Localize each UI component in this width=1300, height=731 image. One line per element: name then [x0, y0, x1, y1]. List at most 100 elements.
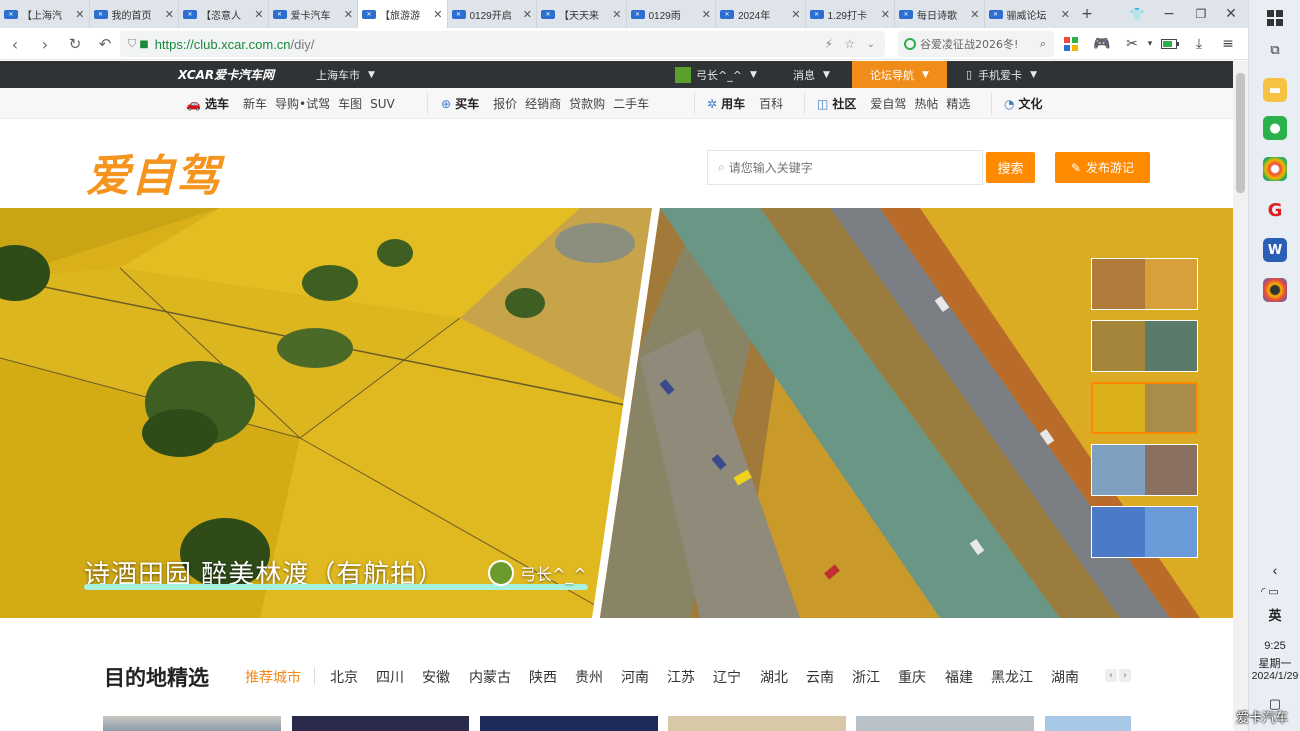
- apps-grid-icon[interactable]: [1061, 34, 1081, 54]
- category-head[interactable]: 文化: [1018, 95, 1042, 112]
- close-tab-icon[interactable]: ✕: [254, 8, 263, 21]
- category-link[interactable]: 报价: [493, 95, 517, 112]
- browser-tab[interactable]: ✕ 0129开启 ✕: [448, 0, 537, 28]
- tray-expand-icon[interactable]: ‹: [1249, 562, 1300, 578]
- city-tab[interactable]: 陕西: [529, 667, 557, 687]
- post-travelogue-button[interactable]: ✎ 发布游记: [1055, 152, 1150, 183]
- tray-network-battery-icons[interactable]: ◜ ▭: [1249, 585, 1300, 598]
- gamepad-icon[interactable]: 🎮: [1092, 34, 1112, 54]
- user-menu[interactable]: 弓长^_^ ▼: [675, 61, 757, 88]
- category-link[interactable]: 百科: [759, 95, 783, 112]
- close-tab-icon[interactable]: ✕: [1061, 8, 1070, 21]
- close-tab-icon[interactable]: ✕: [702, 8, 711, 21]
- keyword-input[interactable]: [728, 160, 949, 175]
- carousel-thumbnail[interactable]: [1091, 320, 1198, 372]
- wechat-icon[interactable]: ●: [1263, 116, 1287, 140]
- close-tab-icon[interactable]: ✕: [881, 8, 890, 21]
- city-tab[interactable]: 湖南: [1051, 667, 1079, 687]
- category-head[interactable]: 选车: [205, 95, 229, 112]
- browser-tab-active[interactable]: ✕ 【旅游游 ✕: [358, 0, 448, 28]
- next-arrow-icon[interactable]: ›: [1119, 669, 1131, 682]
- download-icon[interactable]: ⤓: [1189, 34, 1209, 54]
- city-tab[interactable]: 福建: [945, 667, 973, 687]
- close-tab-icon[interactable]: ✕: [791, 8, 800, 21]
- category-link[interactable]: 贷款购: [569, 95, 605, 112]
- category-link[interactable]: 二手车: [613, 95, 649, 112]
- clock-time[interactable]: 9:25: [1249, 640, 1300, 652]
- restore-icon[interactable]: ❐: [1190, 0, 1212, 28]
- destination-card[interactable]: [480, 716, 658, 731]
- city-tab[interactable]: 安徽: [422, 667, 450, 687]
- clock-date[interactable]: 2024/1/29: [1249, 670, 1300, 682]
- city-tab[interactable]: 四川: [376, 667, 404, 687]
- browser-tab[interactable]: ✕ 爱卡汽车 ✕: [269, 0, 358, 28]
- battery-icon[interactable]: [1160, 34, 1180, 54]
- page-scrollbar[interactable]: [1233, 61, 1248, 731]
- brand-logo[interactable]: 爱自驾: [86, 140, 221, 204]
- browser-tab[interactable]: ✕ 骊威论坛 ✕: [985, 0, 1075, 28]
- category-link[interactable]: 爱自驾: [870, 95, 906, 112]
- category-link[interactable]: 导购•试驾: [275, 95, 330, 112]
- file-explorer-icon[interactable]: ▬: [1263, 78, 1287, 102]
- category-link[interactable]: SUV: [370, 97, 395, 111]
- new-tab-icon[interactable]: +: [1076, 0, 1098, 28]
- undo-close-icon[interactable]: ↶: [94, 33, 116, 55]
- browser-tab[interactable]: ✕ 2024年 ✕: [716, 0, 806, 28]
- search-icon[interactable]: ⌕: [1040, 37, 1046, 51]
- windows-start-icon[interactable]: [1263, 6, 1287, 30]
- close-window-icon[interactable]: ✕: [1220, 0, 1242, 28]
- scrollbar-thumb[interactable]: [1236, 73, 1245, 193]
- star-icon[interactable]: ☆: [844, 37, 855, 51]
- browser-tab[interactable]: ✕ 1.29打卡 ✕: [806, 0, 895, 28]
- close-tab-icon[interactable]: ✕: [612, 8, 621, 21]
- category-head[interactable]: 买车: [455, 95, 479, 112]
- prev-arrow-icon[interactable]: ‹: [1105, 669, 1117, 682]
- browser-360-icon[interactable]: [1263, 157, 1287, 181]
- messages-menu[interactable]: 消息 ▼: [793, 61, 830, 88]
- city-tab[interactable]: 黑龙江: [991, 667, 1033, 687]
- lightning-icon[interactable]: ⚡: [825, 37, 833, 51]
- close-tab-icon[interactable]: ✕: [523, 8, 532, 21]
- forward-icon[interactable]: ›: [34, 33, 56, 55]
- destination-card[interactable]: [1045, 716, 1131, 731]
- ime-indicator[interactable]: 英: [1249, 605, 1300, 624]
- city-tab[interactable]: 云南: [806, 667, 834, 687]
- category-link[interactable]: 经销商: [525, 95, 561, 112]
- browser-tab[interactable]: ✕ 每日诗歌 ✕: [895, 0, 985, 28]
- category-link[interactable]: 热帖: [914, 95, 938, 112]
- keyword-search[interactable]: ⌕: [707, 150, 983, 185]
- scissors-icon[interactable]: ✂: [1122, 34, 1142, 54]
- city-tab[interactable]: 河南: [621, 667, 649, 687]
- app-disc-icon[interactable]: [1263, 278, 1287, 302]
- xcar-logo[interactable]: XCAR爱卡汽车网: [178, 61, 274, 88]
- browser-tab[interactable]: ✕ 【天天来 ✕: [537, 0, 627, 28]
- category-link[interactable]: 车图: [338, 95, 362, 112]
- close-tab-icon[interactable]: ✕: [970, 8, 979, 21]
- browser-tab[interactable]: ✕ 【恣意人 ✕: [179, 0, 269, 28]
- word-icon[interactable]: W: [1263, 238, 1287, 262]
- forum-nav-menu[interactable]: 论坛导航 ▼: [852, 61, 947, 88]
- carousel-thumbnail[interactable]: [1091, 258, 1198, 310]
- chevron-down-icon[interactable]: ▾: [1140, 34, 1160, 54]
- destination-card[interactable]: [103, 716, 281, 731]
- close-tab-icon[interactable]: ✕: [433, 8, 442, 21]
- destination-card[interactable]: [292, 716, 469, 731]
- category-head[interactable]: 用车: [721, 95, 745, 112]
- browser-tab[interactable]: ✕ 我的首页 ✕: [90, 0, 179, 28]
- city-tab[interactable]: 辽宁: [713, 667, 741, 687]
- city-tab[interactable]: 北京: [330, 667, 358, 687]
- url-field[interactable]: ⛉ ■ https://club.xcar.com.cn/diy/ ⚡ ☆ ⌄: [120, 31, 885, 57]
- city-tab[interactable]: 重庆: [898, 667, 926, 687]
- hero-author[interactable]: 弓长^_^: [488, 560, 587, 586]
- carousel-thumbnail[interactable]: [1091, 506, 1198, 558]
- reload-icon[interactable]: ↻: [64, 33, 86, 55]
- browser-tab[interactable]: ✕ 【上海汽 ✕: [0, 0, 90, 28]
- clock-weekday[interactable]: 星期一: [1249, 655, 1300, 671]
- destination-card[interactable]: [856, 716, 1034, 731]
- city-tab-recommended[interactable]: 推荐城市: [245, 667, 301, 687]
- mobile-xcar-menu[interactable]: ▯ 手机爱卡 ▼: [966, 61, 1037, 88]
- menu-icon[interactable]: ≡: [1218, 34, 1238, 54]
- browser-tab[interactable]: ✕ 0129雨 ✕: [627, 0, 716, 28]
- destination-card[interactable]: [668, 716, 846, 731]
- search-button[interactable]: 搜索: [986, 152, 1035, 183]
